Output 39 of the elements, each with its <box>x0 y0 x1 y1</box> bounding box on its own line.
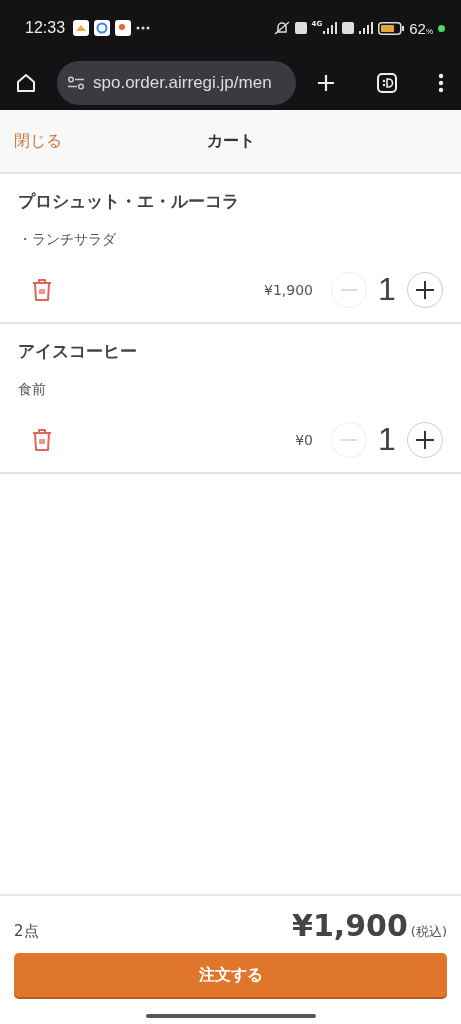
close-link[interactable]: 閉じる <box>14 130 62 152</box>
minus-icon <box>341 288 357 291</box>
address-bar[interactable]: spo.order.airregi.jp/men <box>57 61 296 105</box>
quantity: 1 <box>377 271 397 308</box>
page-title: カート <box>206 130 255 152</box>
item-name: アイスコーヒー <box>18 340 138 363</box>
home-icon[interactable] <box>15 72 37 94</box>
new-tab-icon[interactable] <box>316 73 336 93</box>
minus-icon <box>341 438 357 441</box>
site-settings-icon[interactable] <box>67 76 85 90</box>
order-button[interactable]: 注文する <box>14 953 447 997</box>
tax-note: (税込) <box>410 923 447 941</box>
signal-icon <box>359 22 374 34</box>
battery-percentage: 62% <box>409 19 433 37</box>
menu-icon[interactable] <box>438 73 444 93</box>
item-price: ¥1,900 <box>264 281 313 298</box>
url-text: spo.order.airregi.jp/men <box>93 73 272 93</box>
app-notification-icon <box>73 20 90 36</box>
quantity: 1 <box>377 421 397 458</box>
status-dot-icon <box>438 24 445 32</box>
battery-icon <box>378 21 405 35</box>
item-option: 食前 <box>18 381 443 399</box>
more-notifications-icon <box>136 26 151 30</box>
plus-icon <box>415 279 435 300</box>
tab-switcher-icon[interactable] <box>376 72 398 94</box>
item-count: 2点 <box>14 922 39 941</box>
signal-icon <box>323 22 338 34</box>
app-notification-icon <box>115 20 132 36</box>
item-price: ¥0 <box>295 431 313 448</box>
mute-icon <box>273 21 290 35</box>
increase-button[interactable] <box>407 421 443 458</box>
item-name: プロシュット・エ・ルーコラ <box>18 190 240 213</box>
trash-icon[interactable] <box>32 427 52 452</box>
item-option: ・ランチサラダ <box>18 231 443 249</box>
plus-icon <box>415 429 435 450</box>
total-price: ¥1,900 <box>292 908 408 943</box>
trash-icon[interactable] <box>32 277 52 302</box>
increase-button[interactable] <box>407 271 443 308</box>
status-time: 12:33 <box>25 19 66 37</box>
